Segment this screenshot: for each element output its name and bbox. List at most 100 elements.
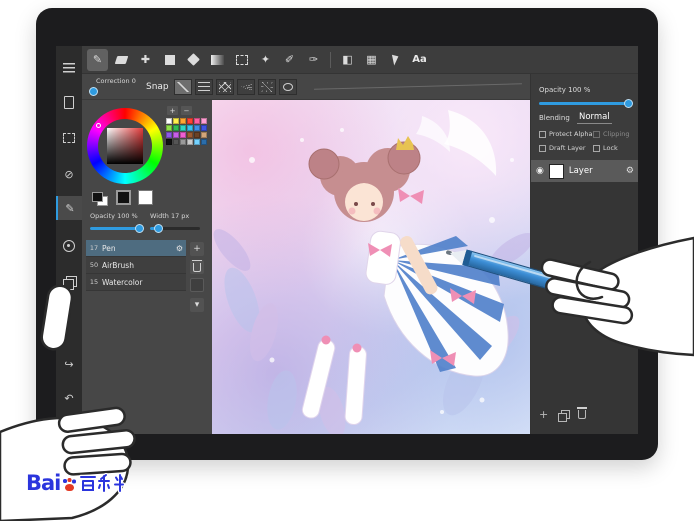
opacity-slider[interactable] — [90, 223, 144, 233]
snap-parallel-button[interactable] — [195, 79, 213, 95]
checkbox-label: Draft Layer — [549, 144, 586, 152]
brush-panel-button[interactable]: ✎ — [56, 196, 82, 220]
palette-swatch[interactable] — [201, 139, 207, 145]
palette-swatch[interactable] — [180, 125, 186, 131]
layer-settings-icon[interactable]: ⚙ — [626, 166, 634, 176]
select-pen-tool[interactable]: ✐ — [279, 49, 300, 71]
add-layer-button[interactable]: + — [539, 408, 548, 421]
marquee-icon — [235, 54, 248, 65]
checkbox-box[interactable] — [593, 130, 600, 138]
palette-swatch[interactable] — [194, 125, 200, 131]
checkbox-box[interactable] — [539, 130, 546, 138]
brush-row-watercolor[interactable]: 15 Watercolor — [86, 274, 186, 291]
black-color-chip[interactable] — [116, 190, 131, 205]
no-entry-icon: ⊘ — [64, 167, 74, 181]
palette-swatch[interactable] — [194, 118, 200, 124]
palette-swatch[interactable] — [166, 118, 172, 124]
snap-guide-line — [314, 83, 522, 90]
palette-swatch[interactable] — [194, 132, 200, 138]
blending-dropdown[interactable]: Normal — [577, 112, 612, 124]
eraser-tool[interactable] — [111, 49, 132, 71]
baike-watermark: Bai — [26, 473, 126, 494]
layer-opacity-knob[interactable] — [624, 98, 633, 108]
palette-swatch[interactable] — [187, 125, 193, 131]
color-wheel[interactable] — [87, 108, 163, 184]
pen-tool[interactable]: ✎ — [87, 48, 108, 71]
palette-swatch[interactable] — [166, 139, 172, 145]
palette-swatch[interactable] — [201, 118, 207, 124]
shape-fill-tool[interactable] — [159, 49, 180, 71]
clipping-checkbox[interactable]: Clipping — [593, 130, 629, 138]
text-tool[interactable]: Aa — [409, 49, 430, 71]
split-view-button[interactable]: ◧ — [337, 49, 358, 71]
foreground-background-chip[interactable] — [92, 192, 108, 206]
delete-layer-button[interactable] — [577, 407, 588, 419]
snap-vanishing-button[interactable] — [237, 79, 255, 95]
palette-remove-button[interactable]: − — [181, 106, 192, 115]
brush-row-pen[interactable]: 17 Pen ⚙ — [86, 240, 186, 257]
share-button[interactable]: ↪ — [56, 352, 82, 376]
snap-ellipse-button[interactable] — [279, 79, 297, 95]
bucket-tool[interactable] — [183, 49, 204, 71]
snap-radial-button[interactable] — [258, 79, 276, 95]
layer-row[interactable]: ◉ Layer ⚙ — [531, 160, 638, 182]
select-panel-button[interactable] — [56, 126, 82, 150]
palette-swatch[interactable] — [180, 132, 186, 138]
palette-swatch[interactable] — [201, 132, 207, 138]
cursor-tool[interactable] — [385, 49, 406, 71]
palette-swatch[interactable] — [166, 132, 172, 138]
hue-indicator[interactable] — [96, 123, 101, 128]
checkbox-box[interactable] — [593, 144, 600, 152]
palette-swatch[interactable] — [180, 118, 186, 124]
width-slider-knob[interactable] — [154, 223, 163, 233]
layers-panel-button[interactable] — [56, 270, 82, 294]
brush-add-button[interactable]: + — [190, 242, 204, 256]
lock-checkbox[interactable]: Lock — [593, 144, 618, 152]
deselect-button[interactable]: ⊘ — [56, 162, 82, 186]
select-eraser-tool[interactable]: ✑ — [303, 49, 324, 71]
correction-handle[interactable] — [89, 87, 98, 96]
protect-alpha-checkbox[interactable]: Protect Alpha — [539, 130, 593, 138]
palette-swatch[interactable] — [194, 139, 200, 145]
white-color-chip[interactable] — [138, 190, 153, 205]
palette-swatch[interactable] — [173, 132, 179, 138]
width-slider[interactable] — [150, 223, 200, 233]
marquee-select-tool[interactable] — [231, 49, 252, 71]
opacity-slider-knob[interactable] — [135, 223, 144, 233]
saturation-value-square[interactable] — [107, 128, 143, 164]
brush-row-airbrush[interactable]: 50 AirBrush — [86, 257, 186, 274]
palette-swatch[interactable] — [173, 125, 179, 131]
brush-delete-button[interactable] — [190, 259, 204, 274]
undo-button[interactable]: ↶ — [56, 386, 82, 410]
layer-actions: + — [539, 407, 588, 422]
palette-swatch[interactable] — [173, 139, 179, 145]
snap-crisscross-button[interactable] — [216, 79, 234, 95]
layer-opacity-slider[interactable] — [539, 98, 633, 108]
palette-swatch[interactable] — [187, 132, 193, 138]
magic-wand-tool[interactable]: ✦ — [255, 49, 276, 71]
layer-panel: Opacity 100 % Blending Normal Protect Al… — [530, 74, 638, 434]
menu-button[interactable] — [56, 56, 82, 80]
palette-swatch[interactable] — [201, 125, 207, 131]
palette-swatch[interactable] — [187, 139, 193, 145]
gradient-tool[interactable] — [207, 49, 228, 71]
paw-icon — [63, 478, 76, 492]
palette-swatch[interactable] — [166, 125, 172, 131]
file-button[interactable] — [56, 90, 82, 114]
sub-toolbar: Correction 0 Snap — [82, 74, 530, 100]
duplicate-layer-button[interactable] — [558, 409, 571, 422]
snap-off-button[interactable] — [174, 79, 192, 95]
move-tool[interactable]: ✚ — [135, 49, 156, 71]
palette-panel-button[interactable] — [56, 234, 82, 258]
palette-swatch[interactable] — [180, 139, 186, 145]
brush-list-expand-button[interactable]: ▾ — [190, 298, 204, 312]
brush-settings-icon[interactable]: ⚙ — [176, 244, 183, 253]
checkbox-box[interactable] — [539, 144, 546, 152]
palette-add-button[interactable]: + — [167, 106, 178, 115]
materials-button[interactable]: ▦ — [361, 49, 382, 71]
palette-swatch[interactable] — [173, 118, 179, 124]
draft-layer-checkbox[interactable]: Draft Layer — [539, 144, 586, 152]
select-icon — [63, 133, 75, 143]
visibility-eye-icon[interactable]: ◉ — [536, 166, 544, 176]
palette-swatch[interactable] — [187, 118, 193, 124]
